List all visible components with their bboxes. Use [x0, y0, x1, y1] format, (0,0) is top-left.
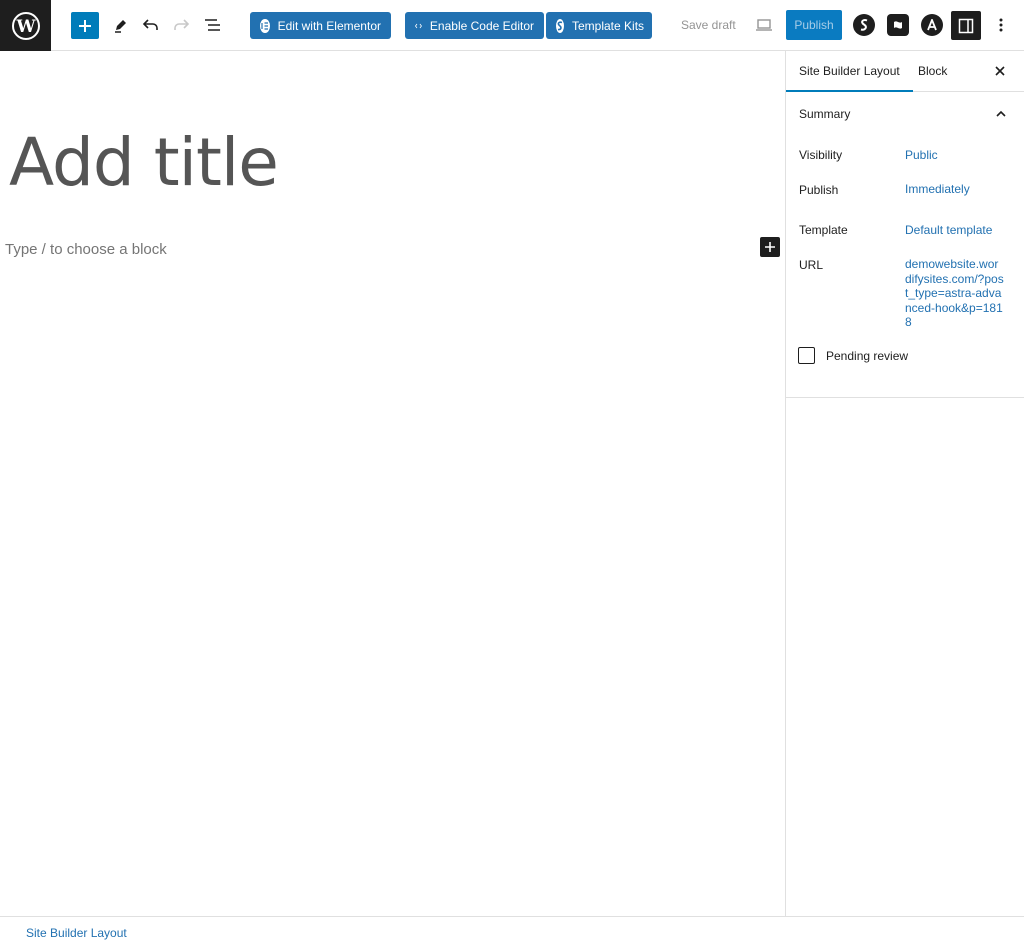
- publish-date-button[interactable]: Immediately: [905, 182, 970, 196]
- preview-desktop-icon: [756, 19, 772, 31]
- flag-button[interactable]: [887, 14, 909, 36]
- sidebar-toggle-icon: [958, 18, 974, 33]
- spectra-button[interactable]: [853, 14, 875, 36]
- redo-button[interactable]: [167, 11, 195, 39]
- astra-icon: [927, 19, 937, 31]
- breadcrumb[interactable]: Site Builder Layout: [26, 926, 127, 940]
- url-label: URL: [799, 258, 824, 272]
- tools-button[interactable]: [107, 11, 135, 39]
- astra-button[interactable]: [921, 14, 943, 36]
- save-draft-button[interactable]: Save draft: [681, 12, 736, 39]
- close-icon: [995, 66, 1005, 76]
- wordpress-logo-icon[interactable]: W: [0, 0, 51, 51]
- publish-label: Publish: [799, 183, 839, 197]
- redo-icon: [174, 19, 190, 30]
- pending-review-label[interactable]: Pending review: [826, 349, 908, 363]
- more-options-icon: [999, 18, 1003, 32]
- starter-templates-icon: [556, 18, 564, 33]
- chevron-up-icon[interactable]: [994, 107, 1008, 121]
- visibility-value-button[interactable]: Public: [905, 148, 938, 162]
- edit-with-elementor-button[interactable]: Edit with Elementor: [250, 12, 391, 39]
- enable-code-editor-button[interactable]: Enable Code Editor: [405, 12, 544, 39]
- editor-toolbar: W Edit with Elementor Enable Code Editor…: [0, 0, 1024, 51]
- settings-sidebar: Site Builder Layout Block Summary Visibi…: [785, 51, 1024, 916]
- url-link[interactable]: demowebsite.wordifysites.com/?post_type=…: [905, 257, 1005, 330]
- options-menu-button[interactable]: [987, 11, 1015, 39]
- elementor-icon: [260, 18, 270, 33]
- summary-panel-toggle[interactable]: Summary: [799, 107, 850, 121]
- sidebar-tabs: Site Builder Layout Block: [786, 51, 1024, 92]
- editor-canvas: Add title Type / to choose a block: [0, 51, 785, 916]
- preview-button[interactable]: [750, 11, 778, 39]
- template-label: Template: [799, 223, 848, 237]
- close-sidebar-button[interactable]: [992, 63, 1008, 79]
- template-select-button[interactable]: Default template: [905, 223, 992, 237]
- tab-site-builder-layout[interactable]: Site Builder Layout: [786, 51, 913, 92]
- flag-icon: [894, 21, 902, 29]
- editor-footer: Site Builder Layout: [0, 916, 1024, 946]
- add-block-button[interactable]: [760, 237, 780, 257]
- visibility-label: Visibility: [799, 148, 843, 162]
- spectra-icon: [860, 19, 868, 31]
- undo-icon: [142, 19, 158, 30]
- post-title-input[interactable]: Add title: [9, 123, 279, 203]
- code-icon: [415, 23, 422, 28]
- block-appender[interactable]: Type / to choose a block: [5, 241, 167, 258]
- settings-sidebar-toggle[interactable]: [951, 11, 981, 40]
- undo-button[interactable]: [137, 11, 165, 39]
- list-view-icon: [205, 19, 220, 31]
- plus-icon: [79, 19, 91, 32]
- publish-button[interactable]: Publish: [786, 10, 842, 40]
- pending-review-checkbox[interactable]: [798, 347, 815, 364]
- pencil-icon: [115, 20, 126, 33]
- list-view-button[interactable]: [199, 11, 227, 39]
- template-kits-button[interactable]: Template Kits: [546, 12, 652, 39]
- svg-text:W: W: [15, 17, 36, 37]
- block-inserter-button[interactable]: [71, 12, 99, 39]
- plus-icon: [765, 242, 775, 252]
- tab-block[interactable]: Block: [918, 51, 947, 92]
